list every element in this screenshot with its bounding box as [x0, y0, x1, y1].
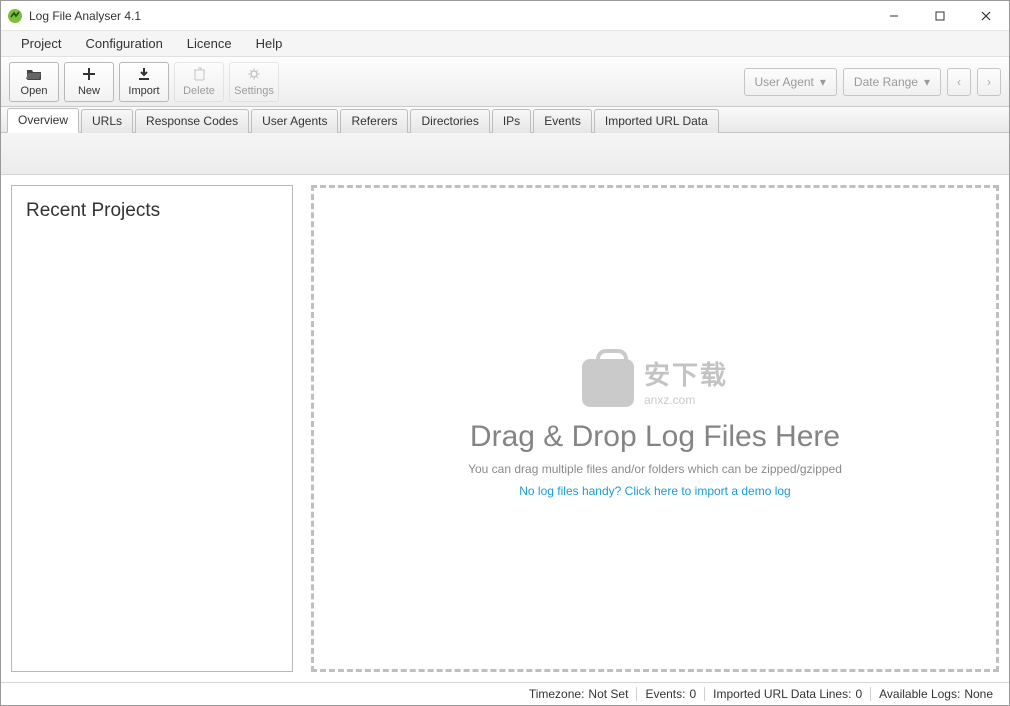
recent-projects-heading: Recent Projects [26, 200, 278, 222]
tab-directories[interactable]: Directories [410, 109, 489, 133]
date-prev-button[interactable]: ‹ [947, 68, 971, 96]
watermark: 安下载 anxz.com [582, 359, 728, 408]
plus-icon [82, 67, 96, 83]
tab-urls[interactable]: URLs [81, 109, 133, 133]
dropzone-sub: You can drag multiple files and/or folde… [468, 462, 842, 476]
maximize-button[interactable] [917, 1, 963, 31]
status-imported: Imported URL Data Lines: 0 [704, 687, 870, 701]
status-available-logs: Available Logs: None [870, 687, 1001, 701]
tab-overview[interactable]: Overview [7, 108, 79, 133]
status-events: Events: 0 [636, 687, 704, 701]
recent-projects-panel: Recent Projects [11, 185, 293, 672]
new-label: New [78, 85, 100, 97]
chevron-right-icon: › [987, 75, 991, 89]
delete-button[interactable]: Delete [174, 62, 224, 102]
status-timezone: Timezone: Not Set [521, 687, 637, 701]
app-icon [7, 8, 23, 24]
gear-icon [247, 67, 261, 83]
open-label: Open [21, 85, 48, 97]
watermark-url: anxz.com [644, 393, 728, 409]
new-button[interactable]: New [64, 62, 114, 102]
window-title: Log File Analyser 4.1 [29, 9, 141, 23]
menu-configuration[interactable]: Configuration [73, 32, 174, 55]
close-button[interactable] [963, 1, 1009, 31]
sub-toolbar [1, 133, 1009, 175]
tab-bar: Overview URLs Response Codes User Agents… [1, 107, 1009, 133]
menu-project[interactable]: Project [9, 32, 73, 55]
trash-icon [193, 67, 206, 83]
menu-help[interactable]: Help [244, 32, 295, 55]
delete-label: Delete [183, 85, 215, 97]
dropzone-headline: Drag & Drop Log Files Here [470, 420, 840, 454]
import-demo-link[interactable]: No log files handy? Click here to import… [519, 484, 790, 498]
menu-bar: Project Configuration Licence Help [1, 31, 1009, 57]
tab-response-codes[interactable]: Response Codes [135, 109, 249, 133]
user-agent-label: User Agent [755, 75, 814, 89]
import-label: Import [128, 85, 159, 97]
date-range-label: Date Range [854, 75, 918, 89]
tab-referers[interactable]: Referers [340, 109, 408, 133]
toolbar: Open New Import Delete Settings User Age… [1, 57, 1009, 107]
minimize-button[interactable] [871, 1, 917, 31]
main-area: Recent Projects 安下载 anxz.com Drag & Drop… [1, 175, 1009, 682]
chevron-down-icon: ▾ [924, 75, 930, 89]
drop-zone[interactable]: 安下载 anxz.com Drag & Drop Log Files Here … [311, 185, 999, 672]
title-bar: Log File Analyser 4.1 [1, 1, 1009, 31]
chevron-left-icon: ‹ [957, 75, 961, 89]
tab-imported-url-data[interactable]: Imported URL Data [594, 109, 719, 133]
user-agent-dropdown[interactable]: User Agent ▾ [744, 68, 837, 96]
folder-open-icon [26, 67, 42, 83]
chevron-down-icon: ▾ [820, 75, 826, 89]
watermark-cn: 安下载 [644, 359, 728, 393]
tab-user-agents[interactable]: User Agents [251, 109, 338, 133]
settings-label: Settings [234, 85, 274, 97]
import-button[interactable]: Import [119, 62, 169, 102]
tab-events[interactable]: Events [533, 109, 592, 133]
bag-icon [582, 359, 634, 407]
settings-button[interactable]: Settings [229, 62, 279, 102]
download-icon [137, 67, 151, 83]
date-next-button[interactable]: › [977, 68, 1001, 96]
date-range-dropdown[interactable]: Date Range ▾ [843, 68, 941, 96]
tab-ips[interactable]: IPs [492, 109, 531, 133]
status-bar: Timezone: Not Set Events: 0 Imported URL… [1, 682, 1009, 705]
menu-licence[interactable]: Licence [175, 32, 244, 55]
open-button[interactable]: Open [9, 62, 59, 102]
